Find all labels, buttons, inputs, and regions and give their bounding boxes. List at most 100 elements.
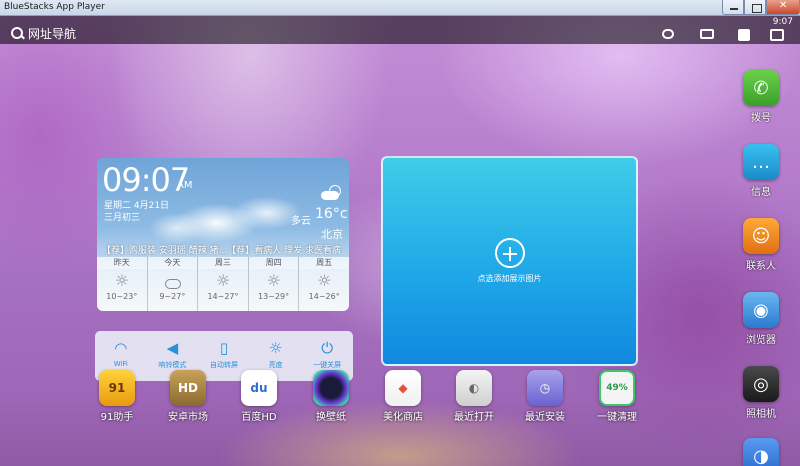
- settings-toggle-icon: ◑: [743, 438, 779, 466]
- forecast-day-name: 今天: [147, 257, 198, 269]
- message-icon: …: [743, 144, 779, 180]
- forecast-day-name: 昨天: [97, 257, 147, 269]
- dock-label: 浏览器: [746, 335, 776, 346]
- add-icon: [495, 238, 525, 268]
- maximize-button[interactable]: [744, 0, 766, 15]
- forecast-day: 昨天 10~23°: [97, 257, 148, 311]
- cloud-icon: [165, 275, 182, 289]
- news-ticker[interactable]: 【荐】购服装 安羽瑶 醋辣 猪...【荐】看病人 理发 求医看病: [102, 243, 344, 256]
- dock-messages[interactable]: … 信息: [730, 144, 792, 198]
- camera-icon: ◎: [743, 366, 779, 402]
- forecast-day: 周三 14~27°: [198, 257, 249, 311]
- dock-phone[interactable]: ✆ 拨号: [730, 70, 792, 124]
- android-market-icon: HD: [170, 370, 206, 406]
- forecast-day-name: 周四: [248, 257, 299, 269]
- contacts-icon: ☺: [743, 218, 779, 254]
- close-button[interactable]: [766, 0, 800, 15]
- forecast-day: 周四 13~29°: [248, 257, 300, 311]
- wifi-icon: ◠: [114, 339, 128, 357]
- app-baidu-hd[interactable]: du 百度HD: [224, 370, 294, 423]
- window-titlebar: BlueStacks App Player: [0, 0, 800, 16]
- sun-icon: [317, 271, 331, 290]
- toggle-label: 响铃模式: [158, 361, 187, 369]
- theme-store-icon: ◆: [385, 370, 421, 406]
- app-label: 安卓市场: [168, 412, 208, 423]
- recent-icon: ◐: [456, 370, 492, 406]
- status-time: 9:07: [772, 17, 793, 27]
- app-label: 美化商店: [383, 412, 423, 423]
- app-label: 最近打开: [454, 412, 494, 423]
- right-dock: ✆ 拨号 … 信息 ☺ 联系人 ◉ 浏览器 ◎ 照相机 ◑: [730, 44, 800, 466]
- minimize-button[interactable]: [722, 0, 744, 15]
- 91-assistant-icon: 91: [99, 370, 135, 406]
- voice-icon[interactable]: [662, 29, 674, 39]
- sun-icon: [267, 271, 281, 290]
- forecast-day: 今天 9~27°: [147, 257, 199, 311]
- app-one-key-cleanup[interactable]: 49% 一键清理: [582, 370, 652, 423]
- forecast-temp: 13~29°: [258, 292, 290, 301]
- sun-icon: [216, 271, 230, 290]
- menu-icon[interactable]: [770, 29, 784, 41]
- brightness-icon: ☼: [268, 339, 283, 357]
- app-drawer-icon[interactable]: [738, 29, 750, 41]
- dock-label: 联系人: [746, 261, 776, 272]
- weather-temperature: 16°c: [315, 206, 348, 222]
- speaker-icon: ◀: [166, 339, 179, 357]
- app-label: 一键清理: [597, 412, 637, 423]
- app-theme-store[interactable]: ◆ 美化商店: [368, 370, 438, 423]
- rotate-icon: ▯: [219, 339, 229, 357]
- clock-icon: ◷: [527, 370, 563, 406]
- weather-city: 北京: [321, 228, 343, 241]
- dock-browser[interactable]: ◉ 浏览器: [730, 292, 792, 346]
- app-icon-row: 91 91助手 HD 安卓市场 du 百度HD 换壁纸 ◆ 美化商店 ◐ 最近打…: [0, 370, 720, 440]
- search-icon: [10, 26, 24, 40]
- toggle-label: 自动转屏: [209, 361, 238, 369]
- clock-ampm: AM: [177, 180, 193, 191]
- phone-icon: ✆: [743, 70, 779, 106]
- app-wallpaper[interactable]: 换壁纸: [296, 370, 366, 423]
- browser-icon: ◉: [743, 292, 779, 328]
- screen-icon[interactable]: [700, 29, 714, 39]
- photo-frame-widget[interactable]: 点选添加展示图片: [381, 156, 638, 366]
- cleanup-icon: 49%: [599, 370, 635, 406]
- dock-label: 信息: [751, 187, 771, 198]
- app-label: 91助手: [100, 412, 134, 423]
- status-bar: 网址导航 9:07: [0, 16, 800, 44]
- app-recent-opened[interactable]: ◐ 最近打开: [439, 370, 509, 423]
- toggle-label: 一键关屏: [313, 361, 342, 369]
- app-android-market[interactable]: HD 安卓市场: [153, 370, 223, 423]
- forecast-temp: 9~27°: [159, 292, 186, 301]
- forecast-temp: 14~26°: [308, 292, 340, 301]
- dock-contacts[interactable]: ☺ 联系人: [730, 218, 792, 272]
- sun-icon: [115, 271, 129, 290]
- dock-settings-toggle[interactable]: ◑: [730, 438, 792, 466]
- search-bar[interactable]: 网址导航: [10, 24, 76, 42]
- app-label: 百度HD: [241, 412, 277, 423]
- app-label: 最近安装: [525, 412, 565, 423]
- app-label: 换壁纸: [316, 412, 346, 423]
- forecast-day-name: 周五: [299, 257, 349, 269]
- weather-condition: 多云: [291, 216, 311, 227]
- dock-label: 拨号: [751, 113, 771, 124]
- toggle-label: 亮度: [268, 361, 283, 369]
- app-91-assistant[interactable]: 91 91助手: [82, 370, 152, 423]
- dock-label: 照相机: [746, 409, 776, 420]
- power-icon: ⏻: [321, 339, 334, 357]
- forecast-temp: 14~27°: [207, 292, 239, 301]
- weather-forecast: 昨天 10~23° 今天 9~27° 周三 14~27° 周四 13~29° 周…: [97, 257, 349, 311]
- cleanup-badge: 49%: [606, 383, 628, 393]
- forecast-day: 周五 14~26°: [299, 257, 349, 311]
- partly-cloudy-icon: [321, 185, 343, 201]
- wallpaper-icon: [313, 370, 349, 406]
- clock-weather-widget[interactable]: 09:07 AM 星期二 4月21日 三月初三 多云 16°c 北京 【荐】购服…: [97, 158, 349, 311]
- forecast-temp: 10~23°: [106, 292, 138, 301]
- clock-lunar-date: 三月初三: [104, 213, 141, 223]
- android-home-screen: 网址导航 9:07 09:07 AM 星期二 4月21日 三月初三 多云 16°…: [0, 16, 800, 466]
- dock-camera[interactable]: ◎ 照相机: [730, 366, 792, 420]
- app-recent-installed[interactable]: ◷ 最近安装: [510, 370, 580, 423]
- search-label: 网址导航: [28, 26, 77, 41]
- forecast-day-name: 周三: [198, 257, 248, 269]
- toggle-label: WiFi: [113, 360, 128, 368]
- window-title: BlueStacks App Player: [4, 2, 105, 12]
- photo-widget-label: 点选添加展示图片: [477, 274, 542, 283]
